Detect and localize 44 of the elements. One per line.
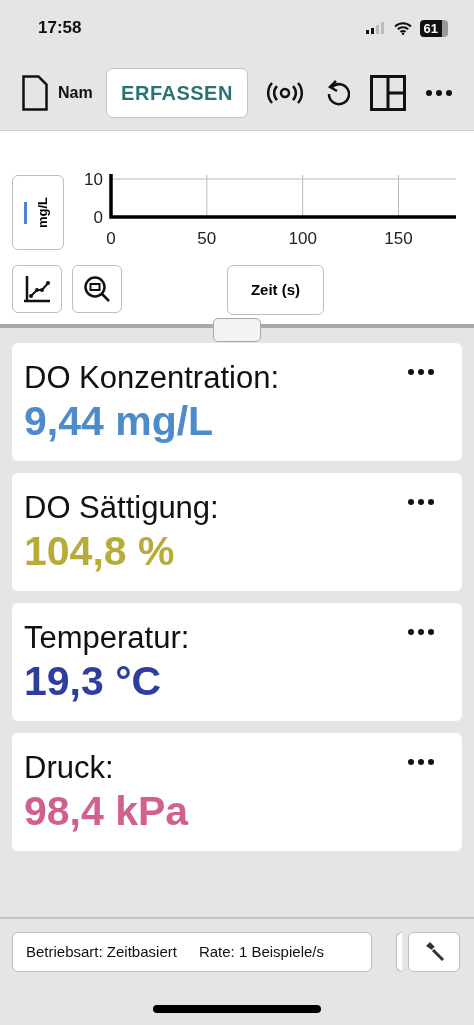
document-icon <box>22 75 48 111</box>
y-tick-label: 0 <box>93 208 103 227</box>
x-tick-label: 50 <box>197 229 217 248</box>
x-tick-label: 150 <box>384 229 413 248</box>
more-icon[interactable] <box>408 499 434 505</box>
signal-icon <box>365 22 386 34</box>
rate-text: Rate: 1 Beispiele/s <box>198 941 324 962</box>
tool-button[interactable] <box>408 932 460 972</box>
more-icon[interactable] <box>408 629 434 635</box>
more-icon[interactable] <box>408 369 434 375</box>
meter-value: 104,8 % <box>24 527 176 577</box>
layout-icon[interactable] <box>370 75 406 111</box>
meter-value: 19,3 °C <box>24 657 163 707</box>
x-axis-button[interactable]: Zeit (s) <box>227 265 324 315</box>
status-panel[interactable]: Betriebsart: Zeitbasiert Rate: 1 Beispiele/s <box>12 932 372 972</box>
resize-handle[interactable] <box>213 318 261 342</box>
x-tick-label: 0 <box>106 229 116 248</box>
graph-tool-button[interactable] <box>12 265 62 313</box>
file-name[interactable]: Nam <box>58 81 93 105</box>
meter-value: 9,44 mg/L <box>24 397 215 447</box>
broadcast-icon[interactable] <box>266 82 304 104</box>
meter-card[interactable]: DO Konzentration: 9,44 mg/L <box>12 343 462 461</box>
status-time: 17:58 <box>38 17 82 40</box>
wifi-icon <box>393 21 412 35</box>
zoom-button[interactable] <box>72 265 122 313</box>
meter-label: DO Konzentration: <box>24 359 280 397</box>
meter-card[interactable]: Druck: 98,4 kPa <box>12 733 462 851</box>
line-chart-icon <box>22 274 52 304</box>
meter-label: Temperatur: <box>24 619 190 657</box>
meter-card[interactable]: DO Sättigung: 104,8 % <box>12 473 462 591</box>
mode-text: Betriebsart: Zeitbasiert <box>26 941 177 962</box>
more-icon[interactable] <box>408 759 434 765</box>
meter-label: Druck: <box>24 749 114 787</box>
x-tick-label: 100 <box>288 229 317 248</box>
capture-button[interactable]: ERFASSEN <box>106 68 248 118</box>
meter-card[interactable]: Temperatur: 19,3 °C <box>12 603 462 721</box>
zoom-icon <box>83 275 111 303</box>
meter-value: 98,4 kPa <box>24 787 190 837</box>
battery-level: 61 <box>419 19 448 37</box>
y-axis-button[interactable]: mg/L <box>12 175 64 250</box>
meter-label: DO Sättigung: <box>24 489 219 527</box>
y-tick-label: 10 <box>84 170 103 189</box>
y-axis-unit: mg/L <box>33 196 51 229</box>
more-icon[interactable] <box>426 90 452 96</box>
